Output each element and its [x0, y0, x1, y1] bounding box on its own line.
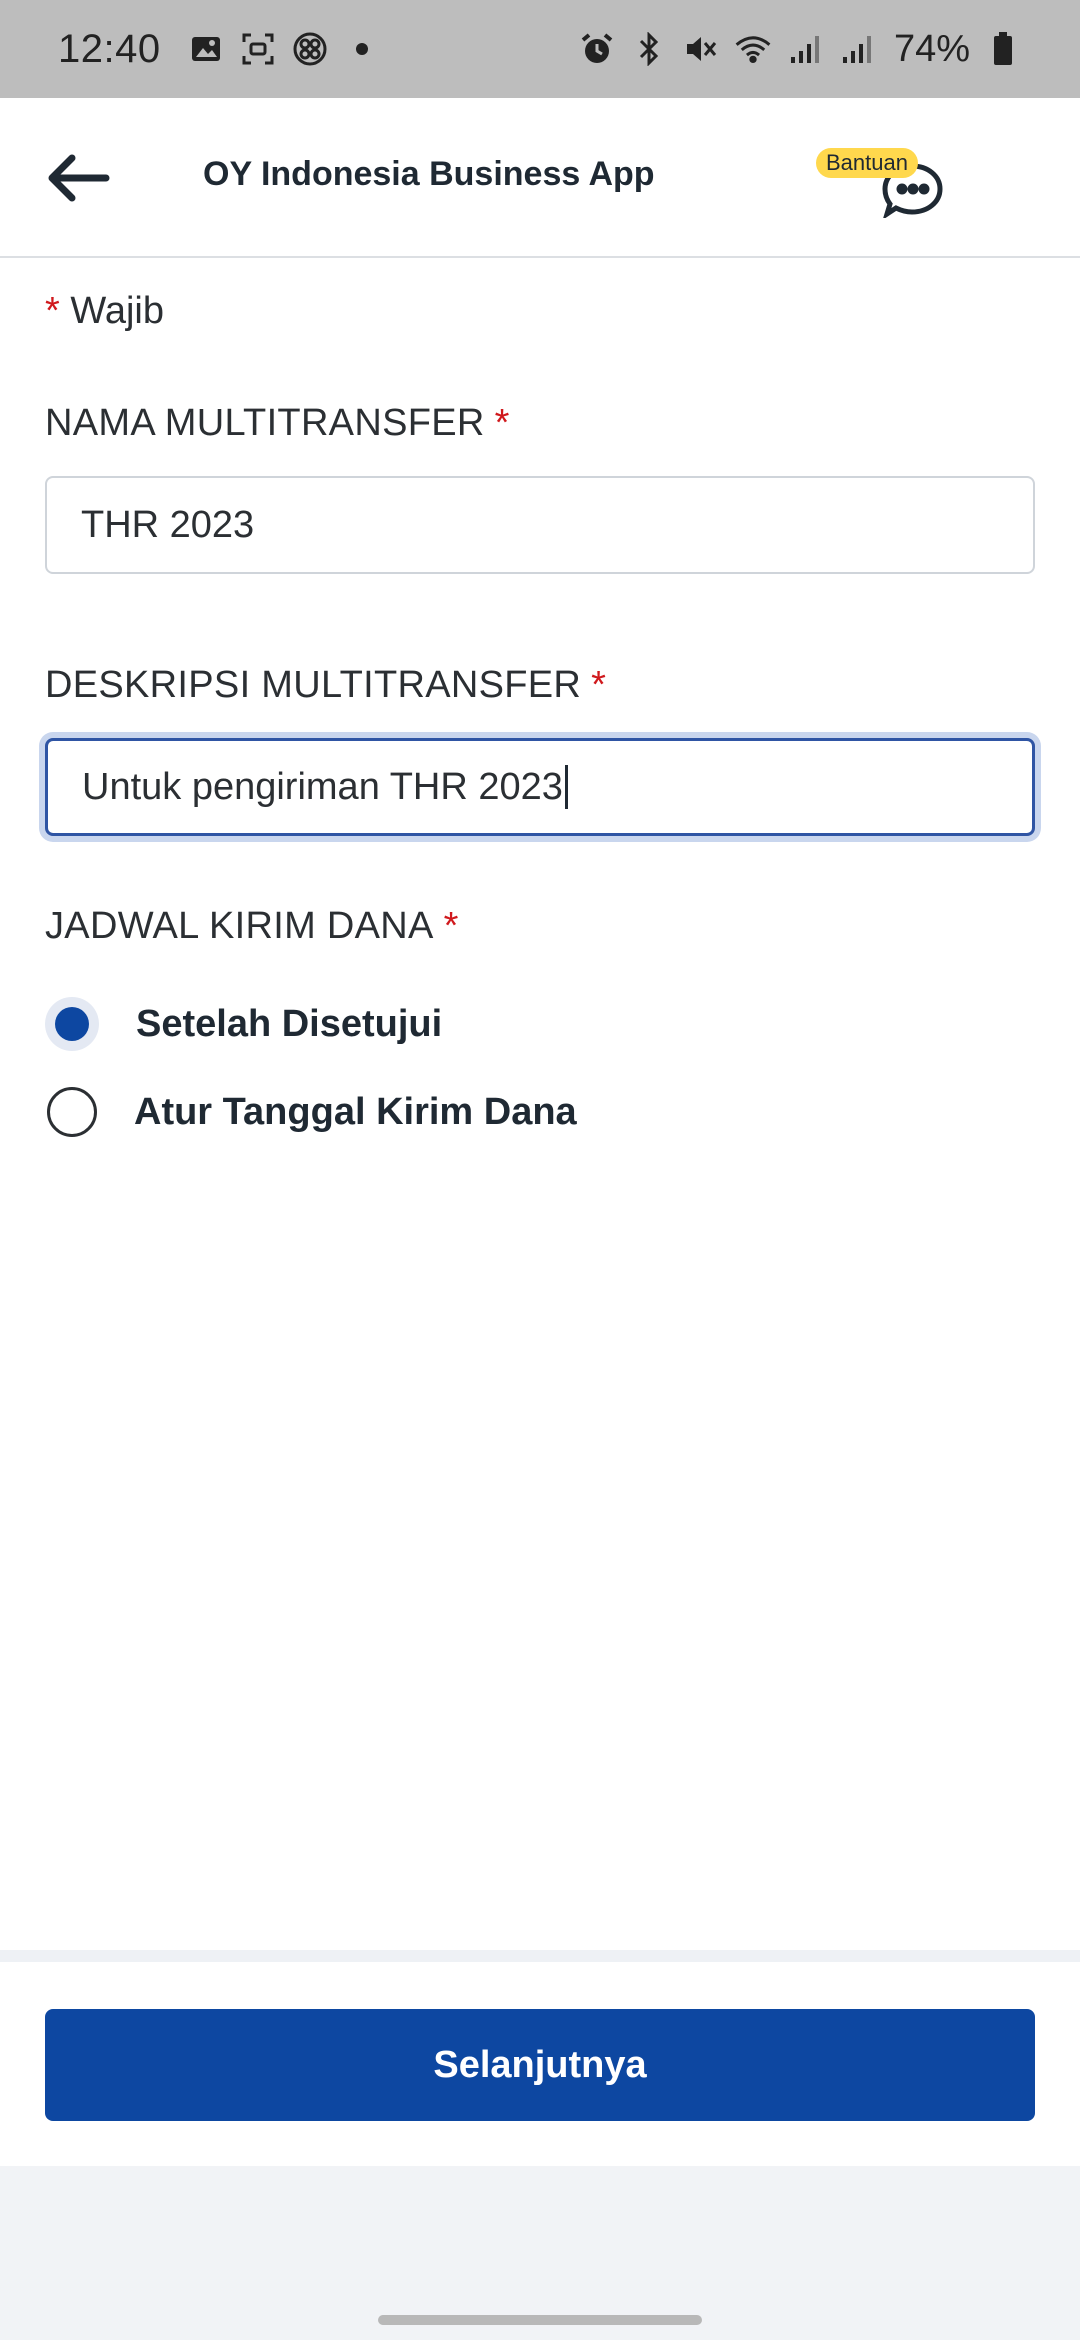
clock: 12:40: [58, 26, 161, 71]
back-button[interactable]: [38, 138, 118, 218]
battery-icon: [984, 30, 1022, 68]
gallery-icon: [187, 30, 225, 68]
radio-dot: [55, 1007, 89, 1041]
radio-label: Setelah Disetujui: [136, 1002, 443, 1045]
app-icon: [291, 30, 329, 68]
radio-option-setelah-disetujui[interactable]: Setelah Disetujui: [45, 997, 442, 1051]
text-caret: [564, 765, 568, 809]
deskripsi-label-text: DESKRIPSI MULTITRANSFER: [45, 664, 582, 706]
app-header: OY Indonesia Business App Bantuan: [0, 98, 1080, 258]
nama-input[interactable]: THR 2023: [45, 476, 1035, 574]
status-bar-left: 12:40: [58, 27, 381, 72]
radio-option-atur-tanggal[interactable]: Atur Tanggal Kirim Dana: [45, 1087, 577, 1137]
battery-percent: 74%: [893, 27, 970, 70]
next-button[interactable]: Selanjutnya: [45, 2009, 1035, 2121]
radio-label: Atur Tanggal Kirim Dana: [134, 1090, 577, 1133]
arrow-left-icon: [48, 154, 110, 202]
system-nav-area: [0, 2166, 1080, 2340]
page-title: OY Indonesia Business App: [203, 155, 655, 193]
alarm-icon: [578, 30, 616, 68]
wifi-icon: [734, 30, 772, 68]
status-bar: 12:40 74%: [0, 0, 1080, 98]
home-indicator[interactable]: [378, 2315, 702, 2325]
required-star: *: [494, 402, 510, 444]
required-note-text: Wajib: [70, 290, 164, 332]
deskripsi-input-value: Untuk pengiriman THR 2023: [82, 765, 563, 808]
mute-icon: [682, 30, 720, 68]
screen-record-icon: [239, 30, 277, 68]
required-star: *: [443, 905, 459, 947]
signal-icon: [838, 30, 876, 68]
multitransfer-form: * Wajib NAMA MULTITRANSFER * THR 2023 DES…: [45, 290, 1035, 1137]
jadwal-label-text: JADWAL KIRIM DANA: [45, 905, 434, 947]
radio-button-unchecked[interactable]: [47, 1087, 97, 1137]
help-badge: Bantuan: [816, 148, 918, 178]
required-star: *: [45, 290, 60, 332]
help-button[interactable]: Bantuan: [812, 148, 952, 218]
bottom-action-bar: Selanjutnya: [0, 1962, 1080, 2166]
dot-icon: [343, 30, 381, 68]
bottom-divider: [0, 1950, 1080, 1962]
jadwal-label: JADWAL KIRIM DANA *: [45, 905, 459, 948]
nama-label: NAMA MULTITRANSFER *: [45, 402, 510, 445]
bluetooth-icon: [630, 30, 668, 68]
radio-button-checked[interactable]: [45, 997, 99, 1051]
status-bar-right: 74%: [578, 28, 1022, 71]
required-star: *: [591, 664, 607, 706]
deskripsi-label: DESKRIPSI MULTITRANSFER *: [45, 664, 606, 707]
nama-label-text: NAMA MULTITRANSFER: [45, 402, 485, 444]
required-note: * Wajib: [45, 290, 1035, 333]
signal-icon: [786, 30, 824, 68]
nama-input-value: THR 2023: [81, 503, 255, 546]
deskripsi-input[interactable]: Untuk pengiriman THR 2023: [45, 738, 1035, 836]
